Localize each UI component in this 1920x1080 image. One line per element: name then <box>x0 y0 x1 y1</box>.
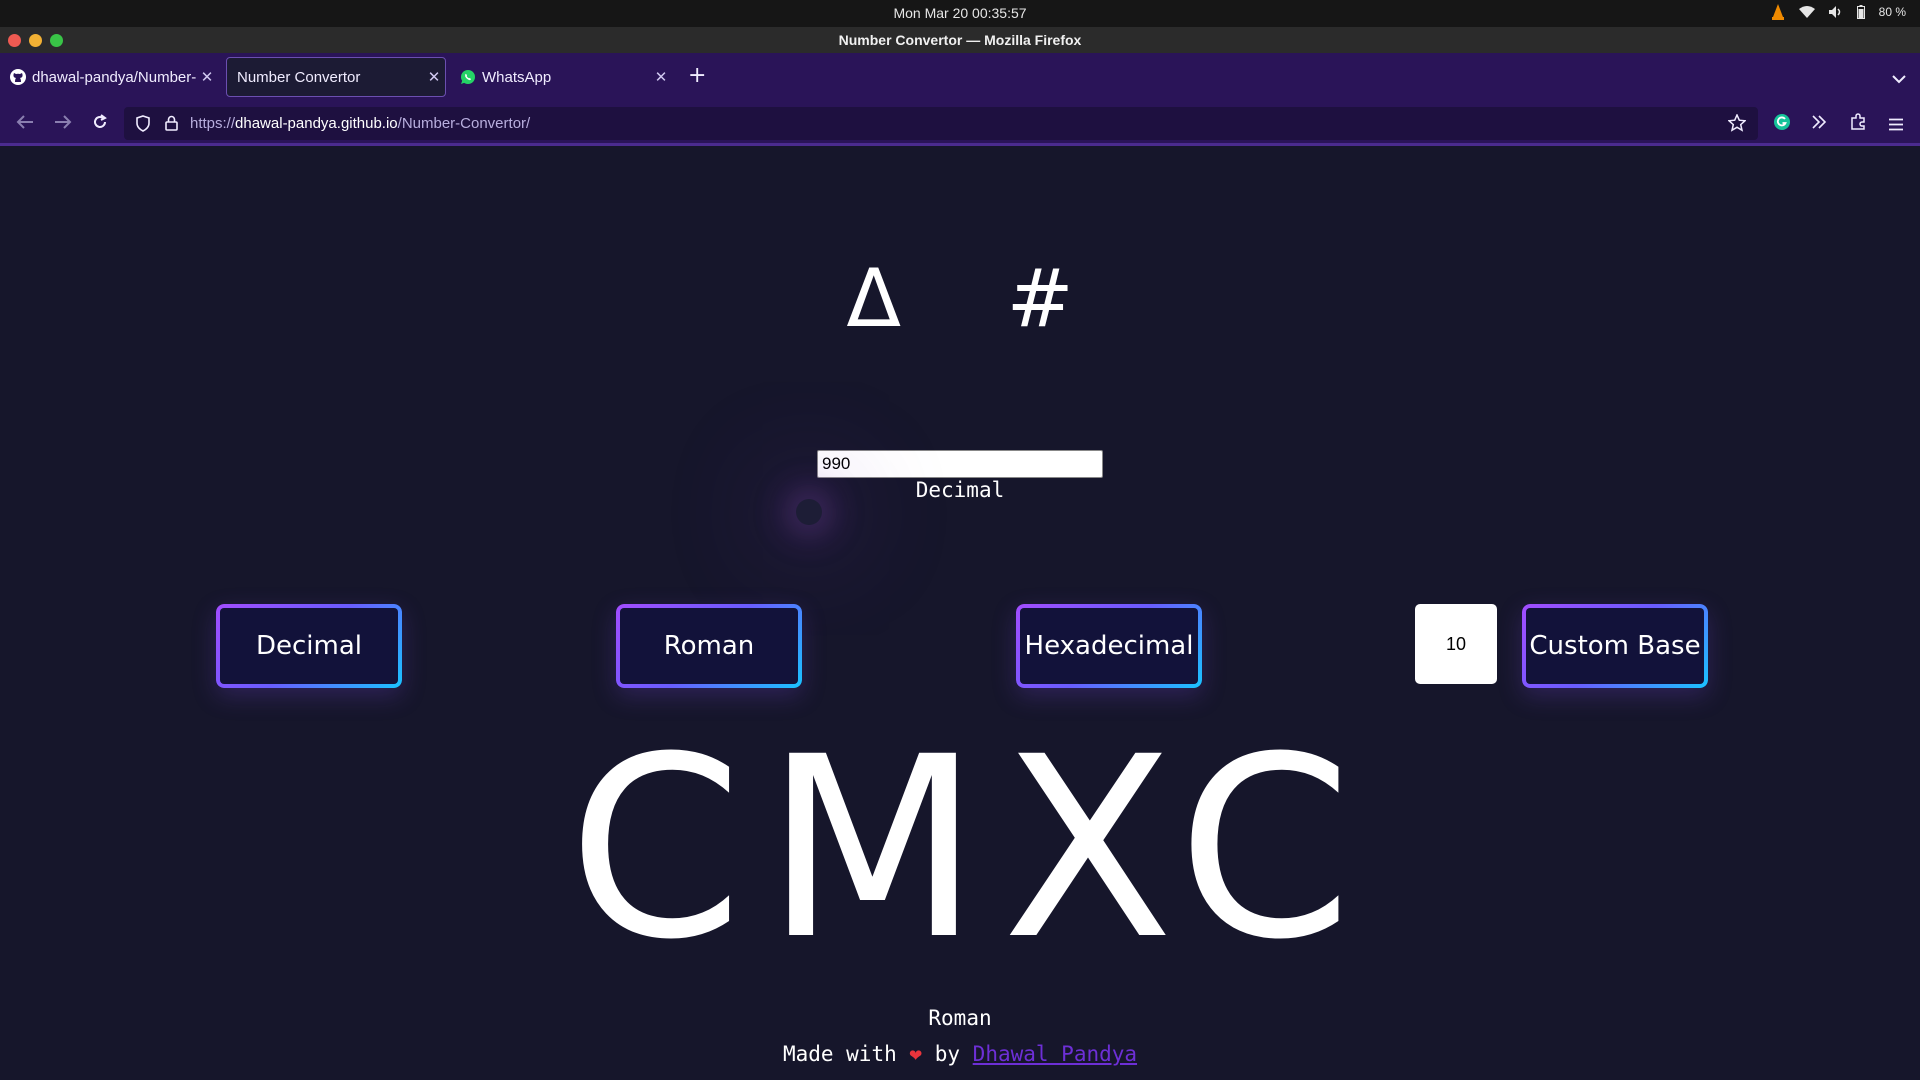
custom-base-button[interactable]: Custom Base <box>1522 604 1708 688</box>
back-arrow-icon[interactable] <box>16 114 34 134</box>
wifi-icon[interactable] <box>1798 6 1815 18</box>
battery-icon[interactable] <box>1856 5 1865 19</box>
decimal-button[interactable]: Decimal <box>216 604 402 688</box>
close-tab-number-convertor-icon[interactable]: ✕ <box>423 68 445 86</box>
author-link[interactable]: Dhawal Pandya <box>973 1042 1137 1066</box>
volume-icon[interactable] <box>1828 6 1843 18</box>
cursor-glow <box>796 499 822 525</box>
url-path: /Number-Convertor/ <box>397 115 531 132</box>
tab-bar: dhawal-pandya/Number-Convertor ✕ Number … <box>0 53 1920 102</box>
github-icon <box>10 69 26 85</box>
conversion-result: CMXC <box>568 703 1374 994</box>
system-tray: 80 % <box>1771 4 1906 20</box>
window-title: Number Convertor — Mozilla Firefox <box>838 32 1082 48</box>
tab-number-convertor[interactable]: Number Convertor ✕ <box>226 57 446 97</box>
more-tools-chevron-icon[interactable] <box>1811 114 1827 133</box>
reload-icon[interactable] <box>92 114 108 134</box>
lock-icon[interactable] <box>165 115 178 135</box>
footer-by: by <box>934 1042 961 1066</box>
result-type-label: Roman <box>928 1006 992 1030</box>
vlc-icon[interactable] <box>1771 4 1785 20</box>
input-type-label: Decimal <box>915 478 1005 502</box>
window-title-bar: Number Convertor — Mozilla Firefox <box>0 27 1920 53</box>
whatsapp-icon <box>461 70 475 84</box>
url-prefix: https:// <box>190 115 236 132</box>
heart-icon: ❤ <box>909 1042 923 1066</box>
tab-github-label: dhawal-pandya/Number-Convertor <box>32 68 196 86</box>
navigation-bar: https://dhawal-pandya.github.io/Number-C… <box>0 102 1920 146</box>
bookmark-star-icon[interactable] <box>1727 113 1747 136</box>
tab-github[interactable]: dhawal-pandya/Number-Convertor ✕ <box>0 57 218 97</box>
hamburger-menu-icon[interactable] <box>1888 116 1904 135</box>
tab-whatsapp-label: WhatsApp <box>482 68 552 86</box>
battery-percentage: 80 % <box>1878 5 1906 19</box>
footer-prefix: Made with <box>782 1042 897 1066</box>
grammarly-extension-icon[interactable] <box>1773 113 1791 135</box>
system-clock[interactable]: Mon Mar 20 00:35:57 <box>0 5 1920 21</box>
url-domain: dhawal-pandya.github.io <box>235 115 398 132</box>
os-top-bar: Mon Mar 20 00:35:57 80 % <box>0 0 1920 27</box>
tracking-protection-shield-icon[interactable] <box>136 115 150 136</box>
list-all-tabs-chevron-down-icon[interactable] <box>1892 69 1906 88</box>
new-tab-button[interactable]: + <box>688 65 706 87</box>
url-text[interactable]: https://dhawal-pandya.github.io/Number-C… <box>190 115 530 132</box>
site-logo: Δ # <box>846 252 1114 345</box>
hexadecimal-button[interactable]: Hexadecimal <box>1016 604 1202 688</box>
url-bar[interactable]: https://dhawal-pandya.github.io/Number-C… <box>124 107 1758 140</box>
forward-arrow-icon[interactable] <box>54 114 72 134</box>
footer: Made with ❤ by Dhawal Pandya <box>0 1042 1920 1066</box>
number-input[interactable]: 990 <box>817 450 1103 478</box>
tab-number-convertor-label: Number Convertor <box>237 68 361 86</box>
close-tab-github-icon[interactable]: ✕ <box>196 68 218 86</box>
roman-button[interactable]: Roman <box>616 604 802 688</box>
close-tab-whatsapp-icon[interactable]: ✕ <box>650 68 672 86</box>
custom-base-input[interactable]: 10 <box>1415 604 1497 684</box>
web-page: Δ # 990 Decimal Decimal Roman Hexadecima… <box>0 146 1920 1080</box>
tab-whatsapp[interactable]: WhatsApp ✕ <box>450 57 672 97</box>
extensions-puzzle-icon[interactable] <box>1850 113 1866 134</box>
